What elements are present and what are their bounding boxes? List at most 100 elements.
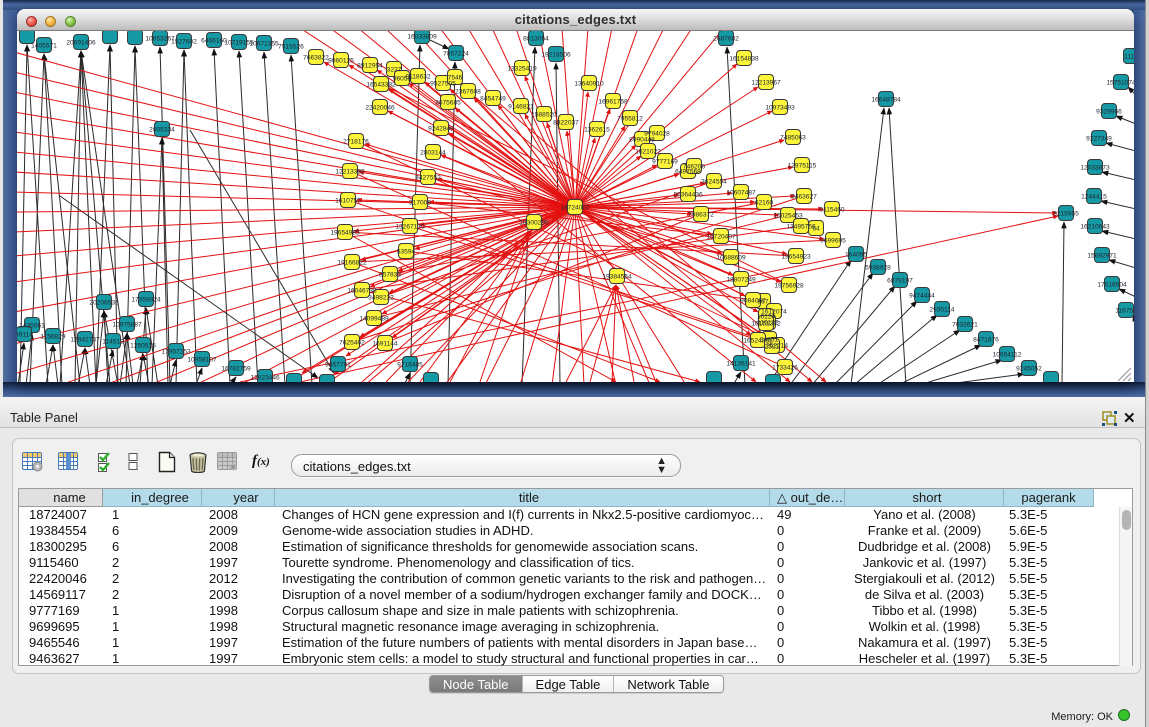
svg-text:9084067: 9084067 — [740, 298, 766, 305]
svg-text:15692971: 15692971 — [1087, 253, 1117, 260]
svg-text:1610755: 1610755 — [335, 198, 361, 205]
svg-text:10654112: 10654112 — [993, 352, 1022, 359]
svg-text:12213389: 12213389 — [335, 169, 365, 176]
svg-text:1435061: 1435061 — [19, 323, 45, 330]
svg-text:9860125: 9860125 — [328, 58, 354, 65]
svg-text:16154838: 16154838 — [729, 56, 759, 63]
svg-text:2005334: 2005334 — [149, 127, 175, 134]
svg-text:3498222: 3498222 — [368, 295, 394, 302]
svg-text:9227349: 9227349 — [1086, 136, 1112, 143]
svg-text:1112: 1112 — [1124, 54, 1134, 61]
svg-text:8215955: 8215955 — [1053, 211, 1079, 218]
svg-text:3427552: 3427552 — [415, 175, 441, 182]
svg-text:6466160: 6466160 — [201, 38, 227, 45]
svg-text:2803144: 2803144 — [420, 150, 446, 157]
svg-text:16151372: 16151372 — [751, 321, 781, 328]
svg-text:2935114: 2935114 — [929, 307, 955, 314]
svg-text:12823446: 12823446 — [250, 375, 280, 382]
svg-text:10958107: 10958107 — [187, 357, 217, 364]
svg-text:39114: 39114 — [17, 332, 33, 339]
svg-text:13325419: 13325419 — [507, 66, 537, 73]
svg-text:1527602: 1527602 — [171, 39, 197, 46]
svg-text:164095: 164095 — [845, 252, 867, 259]
svg-text:7546: 7546 — [448, 75, 463, 82]
svg-text:18807249: 18807249 — [726, 277, 756, 284]
svg-text:7857224: 7857224 — [443, 51, 469, 58]
svg-text:1733426: 1733426 — [772, 365, 798, 372]
svg-text:17359924: 17359924 — [131, 297, 161, 304]
svg-text:2687682: 2687682 — [713, 36, 739, 43]
svg-text:8118632: 8118632 — [405, 74, 431, 81]
svg-text:1588520: 1588520 — [531, 112, 557, 119]
svg-text:16120: 16120 — [757, 314, 776, 321]
svg-text:8990448: 8990448 — [629, 137, 655, 144]
svg-text:8322037: 8322037 — [553, 120, 579, 127]
svg-text:114519: 114519 — [102, 339, 124, 346]
svg-text:14136141: 14136141 — [726, 361, 756, 368]
svg-text:8471676: 8471676 — [973, 337, 999, 344]
svg-text:9474444: 9474444 — [909, 293, 935, 300]
svg-text:2367608: 2367608 — [455, 89, 481, 96]
svg-text:19166822: 19166822 — [337, 260, 367, 267]
svg-text:8813054: 8813054 — [523, 36, 549, 43]
svg-text:6879197: 6879197 — [887, 278, 913, 285]
svg-text:7955812: 7955812 — [617, 116, 643, 123]
svg-text:16543382: 16543382 — [366, 82, 396, 89]
svg-text:10973493: 10973493 — [765, 105, 795, 112]
svg-text:746206: 746206 — [683, 164, 705, 171]
svg-text:22420046: 22420046 — [365, 105, 395, 112]
svg-text:16782759: 16782759 — [221, 366, 251, 373]
svg-text:20364436: 20364436 — [673, 192, 703, 199]
svg-text:7663822: 7663822 — [303, 55, 329, 62]
svg-text:8912954: 8912954 — [357, 63, 383, 70]
svg-text:12975115: 12975115 — [788, 163, 817, 170]
svg-text:13640910: 13640910 — [574, 81, 604, 88]
svg-text:20691406: 20691406 — [66, 40, 96, 47]
svg-text:9699695: 9699695 — [820, 238, 846, 245]
svg-text:7986372: 7986372 — [688, 212, 714, 219]
svg-text:116753: 116753 — [1115, 308, 1134, 315]
svg-text:3227: 3227 — [387, 67, 402, 74]
svg-text:19384554: 19384554 — [602, 274, 632, 281]
svg-text:18300295: 18300295 — [519, 220, 549, 227]
svg-text:20206536: 20206536 — [89, 300, 119, 307]
svg-text:10688609: 10688609 — [716, 255, 746, 262]
svg-text:1250515: 1250515 — [130, 343, 156, 350]
svg-text:1405571: 1405571 — [31, 43, 57, 50]
svg-text:18724007: 18724007 — [560, 205, 590, 212]
svg-text:64: 64 — [812, 226, 820, 233]
svg-text:1244415: 1244415 — [1081, 194, 1107, 201]
svg-text:7485063: 7485063 — [780, 135, 806, 142]
svg-text:17016504: 17016504 — [1097, 282, 1127, 289]
svg-text:10607487: 10607487 — [726, 190, 756, 197]
svg-text:16210643: 16210643 — [1080, 224, 1110, 231]
svg-text:9777169: 9777169 — [652, 159, 678, 166]
svg-text:62160: 62160 — [755, 200, 774, 207]
svg-text:10975887: 10975887 — [112, 322, 142, 329]
svg-text:7625402: 7625402 — [339, 340, 365, 347]
svg-text:19756928: 19756928 — [774, 283, 804, 290]
svg-text:13267130: 13267130 — [395, 224, 425, 231]
svg-text:12213967: 12213967 — [751, 80, 781, 87]
svg-text:9115460: 9115460 — [819, 207, 845, 214]
svg-text:9463627: 9463627 — [791, 194, 817, 201]
svg-text:19654923: 19654923 — [781, 254, 811, 261]
svg-text:2718176: 2718176 — [343, 139, 369, 146]
svg-text:19654985: 19654985 — [330, 230, 360, 237]
svg-text:16033809: 16033809 — [407, 34, 437, 41]
svg-text:1621022: 1621022 — [635, 149, 661, 156]
svg-text:9794028: 9794028 — [644, 131, 670, 138]
svg-text:8454749: 8454749 — [480, 96, 506, 103]
svg-text:12033873: 12033873 — [1080, 165, 1110, 172]
svg-text:3675685: 3675685 — [435, 100, 461, 107]
svg-text:10025453: 10025453 — [773, 213, 803, 220]
svg-text:17957253: 17957253 — [161, 349, 191, 356]
svg-text:16961758: 16961758 — [598, 99, 628, 106]
svg-text:9329966: 9329966 — [1096, 109, 1122, 116]
svg-text:19218506: 19218506 — [541, 52, 571, 59]
svg-text:53594: 53594 — [397, 249, 416, 256]
svg-text:12942737: 12942737 — [70, 337, 100, 344]
svg-text:7032621: 7032621 — [952, 322, 978, 329]
svg-text:9146821: 9146821 — [508, 104, 534, 111]
svg-text:1691144: 1691144 — [372, 341, 398, 348]
